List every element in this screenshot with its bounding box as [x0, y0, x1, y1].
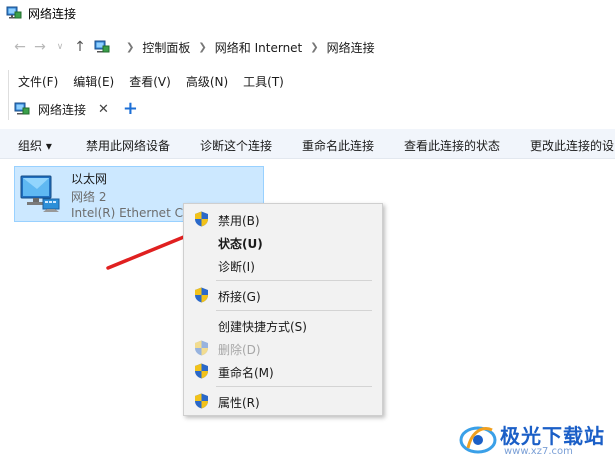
menu-bar: 文件(F) 编辑(E) 查看(V) 高级(N) 工具(T): [0, 70, 615, 92]
menu-separator: [216, 310, 372, 311]
ethernet-adapter-icon: [20, 175, 60, 212]
shield-icon: [195, 340, 208, 356]
menu-separator: [216, 280, 372, 281]
title-bar: 网络连接: [0, 0, 615, 26]
menu-item-disable[interactable]: 禁用(B): [184, 208, 382, 230]
back-arrow-icon[interactable]: ←: [10, 37, 30, 57]
menu-item-properties[interactable]: 属性(R): [184, 390, 382, 412]
watermark-url: www.xz7.com: [504, 446, 573, 457]
watermark-text: 极光下载站: [500, 424, 605, 448]
chevron-right-icon[interactable]: ❯: [198, 42, 206, 53]
menu-item-label: 重命名(M): [218, 366, 274, 380]
menu-separator: [216, 386, 372, 387]
network-connections-icon: [14, 102, 30, 115]
chevron-right-icon[interactable]: ❯: [310, 42, 318, 53]
disable-device-button[interactable]: 禁用此网络设备: [86, 137, 170, 154]
navigation-row: ← → ∨ ↑ ❯ 控制面板 ❯ 网络和 Internet ❯ 网络连接: [0, 32, 615, 62]
menu-item-label: 创建快捷方式(S): [218, 320, 307, 334]
diagnose-button[interactable]: 诊断这个连接: [200, 137, 272, 154]
menu-item-diagnose[interactable]: 诊断(I): [184, 254, 382, 276]
rename-button[interactable]: 重命名此连接: [302, 137, 374, 154]
shield-icon: [195, 363, 208, 379]
shield-icon: [195, 287, 208, 303]
menu-tools[interactable]: 工具(T): [243, 73, 284, 90]
menu-view[interactable]: 查看(V): [129, 73, 171, 90]
connection-network: 网络 2: [71, 190, 107, 204]
menu-item-status[interactable]: 状态(U): [184, 231, 382, 253]
tab-strip: 网络连接 ✕ +: [0, 95, 615, 123]
command-bar: 组织 ▾ 禁用此网络设备 诊断这个连接 重命名此连接 查看此连接的状态 更改此连…: [0, 129, 615, 159]
shield-icon: [195, 211, 208, 227]
connection-name: 以太网: [71, 172, 108, 186]
close-icon[interactable]: ✕: [98, 102, 109, 117]
menu-file[interactable]: 文件(F): [18, 73, 58, 90]
tab-network-connections[interactable]: 网络连接: [38, 101, 86, 118]
window-title: 网络连接: [28, 6, 77, 21]
address-bar[interactable]: ❯ 控制面板 ❯ 网络和 Internet ❯ 网络连接: [94, 34, 615, 60]
explorer-window: 网络连接 ← → ∨ ↑ ❯ 控制面板 ❯ 网络和 Internet ❯ 网络连…: [0, 0, 615, 469]
network-connections-icon: [6, 6, 22, 19]
menu-item-label: 诊断(I): [218, 260, 255, 274]
menu-item-bridge[interactable]: 桥接(G): [184, 284, 382, 306]
breadcrumb-network-internet[interactable]: 网络和 Internet: [215, 39, 302, 56]
view-status-button[interactable]: 查看此连接的状态: [404, 137, 500, 154]
network-connections-icon: [94, 40, 110, 53]
menu-item-delete: 删除(D): [184, 337, 382, 359]
menu-item-label: 桥接(G): [218, 290, 261, 304]
organize-button[interactable]: 组织 ▾: [18, 137, 52, 154]
menu-edit[interactable]: 编辑(E): [73, 73, 114, 90]
recent-dropdown-icon[interactable]: ∨: [50, 37, 70, 57]
shield-icon: [195, 393, 208, 409]
chevron-right-icon[interactable]: ❯: [126, 42, 134, 53]
menu-advanced[interactable]: 高级(N): [186, 73, 228, 90]
menu-item-create-shortcut[interactable]: 创建快捷方式(S): [184, 314, 382, 336]
change-settings-button[interactable]: 更改此连接的设: [530, 137, 614, 154]
breadcrumb-control-panel[interactable]: 控制面板: [142, 39, 190, 56]
add-tab-icon[interactable]: +: [123, 100, 138, 118]
context-menu: 禁用(B) 状态(U) 诊断(I) 桥接(G) 创建快捷方式(S) 删除(D) …: [183, 203, 383, 416]
menu-item-label: 状态(U): [218, 237, 263, 251]
forward-arrow-icon[interactable]: →: [30, 37, 50, 57]
breadcrumb-network-connections[interactable]: 网络连接: [327, 39, 375, 56]
menu-item-label: 属性(R): [218, 396, 260, 410]
menu-item-rename[interactable]: 重命名(M): [184, 360, 382, 382]
menu-item-label: 删除(D): [218, 343, 261, 357]
watermark: 极光下载站 www.xz7.com: [452, 412, 612, 462]
up-arrow-icon[interactable]: ↑: [70, 37, 90, 57]
menu-item-label: 禁用(B): [218, 214, 260, 228]
watermark-logo-icon: [459, 426, 497, 454]
